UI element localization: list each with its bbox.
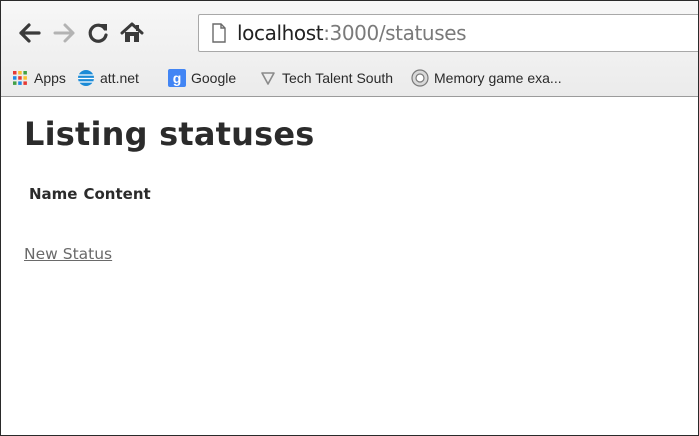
bookmark-label: att.net: [100, 70, 139, 86]
bookmark-memory-game[interactable]: Memory game exa...: [411, 67, 562, 89]
column-header-content: Content: [83, 185, 151, 203]
bookmarks-bar: Apps att.net g Google Tech Talent South …: [1, 63, 698, 93]
url-text: localhost:3000/statuses: [237, 21, 467, 45]
bookmark-label: Apps: [34, 70, 66, 86]
browser-toolbar: localhost:3000/statuses: [1, 1, 698, 63]
google-icon: g: [168, 69, 186, 87]
home-button[interactable]: [119, 19, 145, 47]
page-document-icon: [211, 23, 227, 47]
url-path: :3000/statuses: [323, 21, 467, 45]
bookmark-google[interactable]: g Google: [168, 67, 236, 89]
reload-icon: [88, 23, 108, 43]
back-arrow-icon: [19, 23, 41, 43]
browser-window: localhost:3000/statuses Apps att.net g G…: [0, 0, 699, 436]
svg-text:g: g: [173, 70, 182, 86]
back-button[interactable]: [17, 19, 43, 47]
address-bar[interactable]: localhost:3000/statuses: [198, 14, 698, 52]
bookmark-label: Tech Talent South: [282, 70, 394, 86]
reload-button[interactable]: [85, 19, 111, 47]
bookmark-tech-talent-south[interactable]: Tech Talent South: [259, 67, 393, 89]
memory-game-icon: [411, 69, 429, 87]
apps-grid-icon: [11, 69, 29, 87]
bookmark-att[interactable]: att.net: [77, 67, 139, 89]
table-header-row: Name Content: [27, 185, 155, 203]
att-globe-icon: [77, 69, 95, 87]
statuses-table: Name Content: [27, 185, 155, 203]
bookmark-apps[interactable]: Apps: [11, 67, 66, 89]
bookmark-label: Google: [191, 70, 237, 86]
bookmark-label: Memory game exa...: [434, 70, 562, 86]
browser-chrome: localhost:3000/statuses Apps att.net g G…: [1, 1, 698, 97]
page-content: Listing statuses Name Content New Status: [1, 97, 698, 435]
column-header-name: Name: [29, 185, 78, 203]
forward-button[interactable]: [51, 19, 77, 47]
page-title: Listing statuses: [24, 115, 315, 153]
tech-talent-south-icon: [259, 69, 277, 87]
forward-arrow-icon: [53, 23, 75, 43]
url-host: localhost: [237, 21, 324, 45]
home-icon: [120, 22, 144, 42]
new-status-link[interactable]: New Status: [24, 245, 112, 263]
